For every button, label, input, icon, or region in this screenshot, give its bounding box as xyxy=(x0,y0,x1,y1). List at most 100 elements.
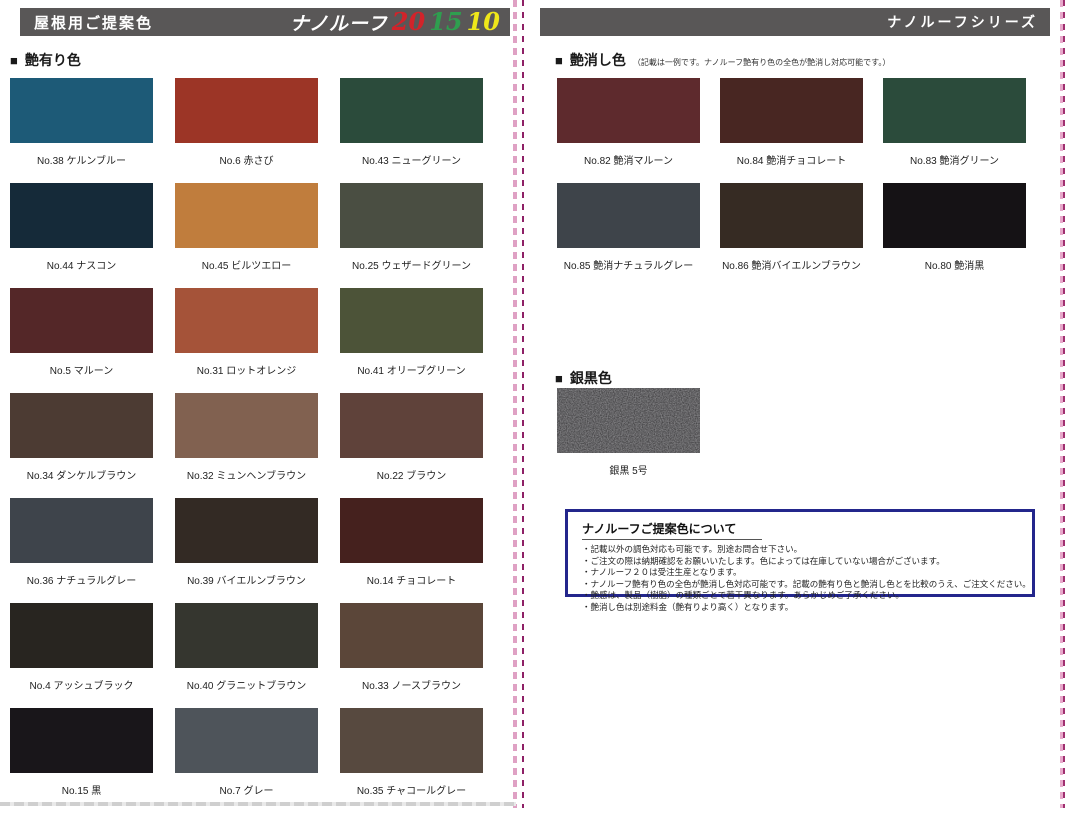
color-swatch-cell: No.14 チョコレート xyxy=(340,498,483,603)
color-swatch-label: No.39 バイエルンブラウン xyxy=(175,572,318,587)
color-swatch-cell: No.86 艶消バイエルンブラウン xyxy=(720,183,863,288)
glossy-swatch-grid: No.38 ケルンブルー No.6 赤さび No.43 ニューグリーン No.4… xyxy=(10,78,483,813)
color-swatch-cell: No.41 オリーブグリーン xyxy=(340,288,483,393)
color-swatch xyxy=(340,708,483,773)
ginkoku-textured-swatch xyxy=(557,388,700,453)
color-swatch-label: No.82 艶消マルーン xyxy=(557,152,700,167)
color-swatch xyxy=(340,393,483,458)
color-swatch-label: No.25 ウェザードグリーン xyxy=(340,257,483,272)
color-swatch-label: No.6 赤さび xyxy=(175,152,318,167)
header-bar-right: ナノルーフシリーズ xyxy=(540,8,1050,36)
color-swatch-label: No.14 チョコレート xyxy=(340,572,483,587)
color-swatch-label: No.22 ブラウン xyxy=(340,467,483,482)
color-swatch xyxy=(340,183,483,248)
page-title: 屋根用ご提案色 xyxy=(20,12,153,33)
color-swatch-label: No.15 黒 xyxy=(10,782,153,797)
color-swatch-cell: No.25 ウェザードグリーン xyxy=(340,183,483,288)
color-swatch-cell: No.45 ビルツエロー xyxy=(175,183,318,288)
color-swatch xyxy=(720,183,863,248)
info-note-line: ・艶感は、製品（樹脂）の種類ごとで若干異なります。あらかじめご了承ください。 xyxy=(582,590,1018,602)
color-swatch xyxy=(10,498,153,563)
square-bullet-icon: ■ xyxy=(10,53,18,68)
color-swatch xyxy=(340,498,483,563)
square-bullet-icon: ■ xyxy=(555,371,563,386)
square-bullet-icon: ■ xyxy=(555,53,563,68)
glossy-section-heading: ■ 艶有り色 xyxy=(10,50,81,70)
info-note-line: ・ご注文の際は納期確認をお願いいたします。色によっては在庫していない場合がござい… xyxy=(582,556,1018,568)
color-swatch-label: No.31 ロットオレンジ xyxy=(175,362,318,377)
color-swatch-cell: No.38 ケルンブルー xyxy=(10,78,153,183)
color-swatch-label: No.41 オリーブグリーン xyxy=(340,362,483,377)
color-swatch-cell: No.84 艶消チョコレート xyxy=(720,78,863,183)
color-swatch-label: No.35 チャコールグレー xyxy=(340,782,483,797)
glossy-section-title: 艶有り色 xyxy=(25,50,81,70)
color-swatch-cell: No.15 黒 xyxy=(10,708,153,813)
color-swatch xyxy=(883,183,1026,248)
color-swatch-label: No.40 グラニットブラウン xyxy=(175,677,318,692)
color-swatch-label: No.45 ビルツエロー xyxy=(175,257,318,272)
logo-brand-text: ナノルーフ xyxy=(290,9,388,36)
color-swatch-cell: No.31 ロットオレンジ xyxy=(175,288,318,393)
color-swatch xyxy=(340,78,483,143)
color-swatch-label: No.4 アッシュブラック xyxy=(10,677,153,692)
nanoroof-logo: ナノルーフ 20 15 10 xyxy=(290,8,500,36)
logo-number-20: 20 xyxy=(392,10,425,34)
color-swatch-cell: No.34 ダンケルブラウン xyxy=(10,393,153,498)
color-swatch xyxy=(883,78,1026,143)
logo-number-15: 15 xyxy=(429,10,462,34)
info-note-line: ・ナノルーフ艶有り色の全色が艶消し色対応可能です。記載の艶有り色と艶消し色とを比… xyxy=(582,579,1018,591)
color-swatch-cell: No.22 ブラウン xyxy=(340,393,483,498)
color-swatch-label: No.43 ニューグリーン xyxy=(340,152,483,167)
color-swatch-label: No.86 艶消バイエルンブラウン xyxy=(720,257,863,272)
color-swatch xyxy=(175,78,318,143)
granite-texture-image xyxy=(557,388,700,453)
color-swatch-label: No.85 艶消ナチュラルグレー xyxy=(557,257,700,272)
color-swatch xyxy=(175,183,318,248)
matte-section-title: 艶消し色 xyxy=(570,50,626,70)
info-note-line: ・記載以外の調色対応も可能です。別途お問合せ下さい。 xyxy=(582,544,1018,556)
color-swatch-cell: No.44 ナスコン xyxy=(10,183,153,288)
info-note-line: ・艶消し色は別途料金（艶有りより高く）となります。 xyxy=(582,602,1018,614)
color-swatch-cell: No.35 チャコールグレー xyxy=(340,708,483,813)
color-swatch xyxy=(557,78,700,143)
color-swatch xyxy=(175,708,318,773)
color-swatch-label: No.84 艶消チョコレート xyxy=(720,152,863,167)
proposal-info-box: ナノルーフご提案色について ・記載以外の調色対応も可能です。別途お問合せ下さい。… xyxy=(565,509,1035,597)
color-swatch xyxy=(10,288,153,353)
info-note-line: ・ナノルーフ２０は受注生産となります。 xyxy=(582,567,1018,579)
color-swatch-cell: No.83 艶消グリーン xyxy=(883,78,1026,183)
color-swatch xyxy=(10,78,153,143)
color-swatch xyxy=(557,183,700,248)
color-swatch-label: No.80 艶消黒 xyxy=(883,257,1026,272)
color-swatch-label: No.83 艶消グリーン xyxy=(883,152,1026,167)
color-swatch xyxy=(175,288,318,353)
color-swatch-label: No.34 ダンケルブラウン xyxy=(10,467,153,482)
color-swatch xyxy=(175,603,318,668)
matte-swatch-grid: No.82 艶消マルーン No.84 艶消チョコレート No.83 艶消グリーン… xyxy=(557,78,1026,288)
ginkoku-section-heading: ■ 銀黒色 xyxy=(555,368,612,388)
logo-number-10: 10 xyxy=(467,10,500,34)
fold-line-dark xyxy=(522,0,524,808)
color-swatch xyxy=(340,288,483,353)
color-swatch xyxy=(720,78,863,143)
color-swatch xyxy=(175,498,318,563)
color-swatch-cell: No.33 ノースブラウン xyxy=(340,603,483,708)
header-bar-left: 屋根用ご提案色 ナノルーフ 20 15 10 xyxy=(20,8,510,36)
color-swatch-label: No.5 マルーン xyxy=(10,362,153,377)
fold-line-light xyxy=(513,0,517,808)
color-swatch-label: No.36 ナチュラルグレー xyxy=(10,572,153,587)
matte-section-heading: ■ 艶消し色 （記載は一例です。ナノルーフ艶有り色の全色が艶消し対応可能です。） xyxy=(555,50,890,70)
color-swatch-label: No.44 ナスコン xyxy=(10,257,153,272)
color-swatch xyxy=(175,393,318,458)
color-swatch-cell: No.43 ニューグリーン xyxy=(340,78,483,183)
color-swatch-label: No.38 ケルンブルー xyxy=(10,152,153,167)
color-swatch-label: No.7 グレー xyxy=(175,782,318,797)
color-swatch-cell: No.39 バイエルンブラウン xyxy=(175,498,318,603)
color-swatch-cell: No.36 ナチュラルグレー xyxy=(10,498,153,603)
color-swatch-cell: No.32 ミュンヘンブラウン xyxy=(175,393,318,498)
color-swatch-cell: No.5 マルーン xyxy=(10,288,153,393)
color-swatch-cell: No.4 アッシュブラック xyxy=(10,603,153,708)
color-swatch-label: No.32 ミュンヘンブラウン xyxy=(175,467,318,482)
color-swatch xyxy=(10,603,153,668)
edge-trim-line-dark xyxy=(1063,0,1065,808)
